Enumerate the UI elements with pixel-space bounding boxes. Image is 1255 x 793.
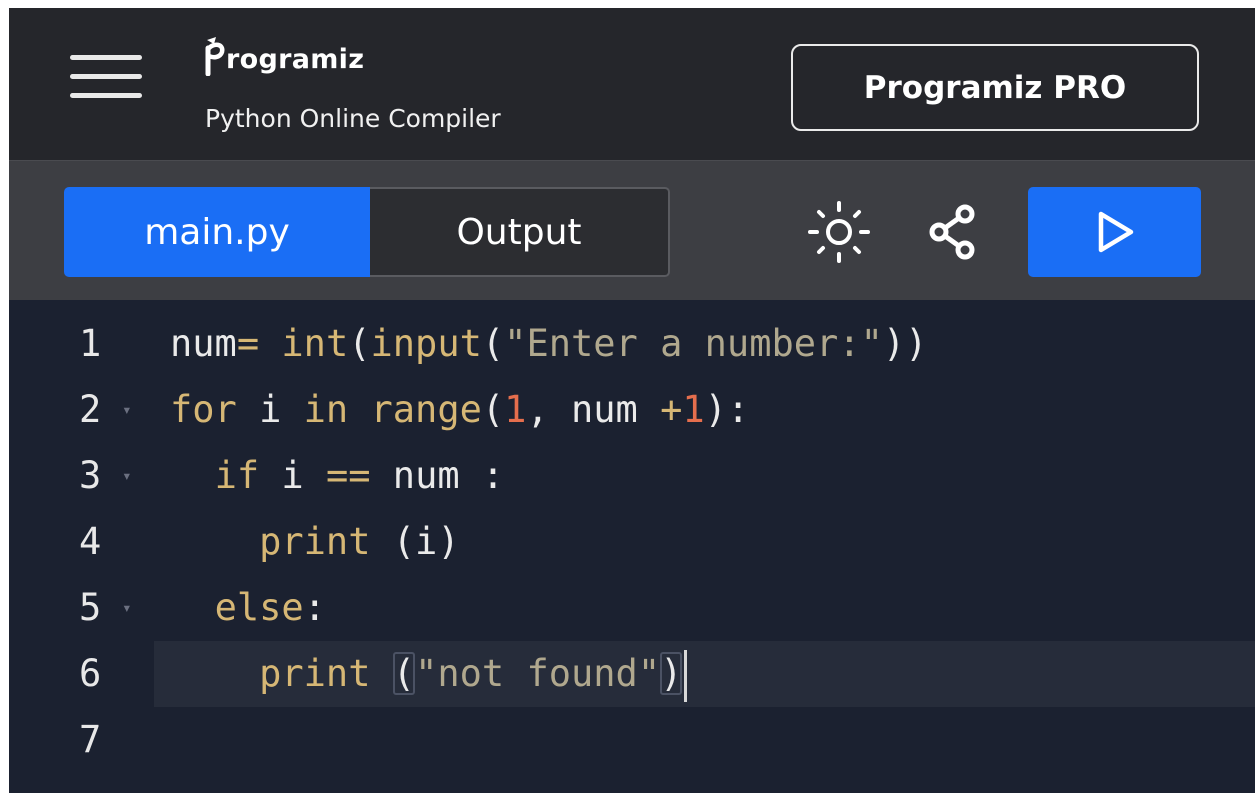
code-line[interactable]: 7 bbox=[9, 707, 1255, 773]
code-token: in bbox=[303, 388, 349, 431]
play-icon bbox=[1098, 211, 1133, 253]
editor-toolbar: main.py Output bbox=[9, 160, 1255, 300]
compiler-app: rogramiz Python Online Compiler Programi… bbox=[9, 8, 1255, 793]
run-button[interactable] bbox=[1028, 187, 1201, 277]
fold-chevron-icon[interactable]: ▾ bbox=[122, 443, 142, 509]
line-number: 1 bbox=[79, 322, 102, 365]
fold-chevron-icon[interactable]: ▾ bbox=[122, 575, 142, 641]
code-token: num : bbox=[370, 454, 505, 497]
line-number: 6 bbox=[79, 652, 102, 695]
fold-chevron-icon[interactable]: ▾ bbox=[122, 377, 142, 443]
line-number: 3 bbox=[79, 454, 102, 497]
sun-theme-icon[interactable] bbox=[804, 197, 874, 267]
code-token: 1 bbox=[682, 388, 705, 431]
code-token: if bbox=[214, 454, 260, 497]
code-line[interactable]: 3 ▾ if i == num : bbox=[9, 443, 1255, 509]
code-token: else bbox=[214, 586, 304, 629]
code-text: print ("not found") bbox=[170, 641, 688, 707]
code-line[interactable]: 1 num= int(input("Enter a number:")) bbox=[9, 311, 1255, 377]
code-token: = bbox=[236, 322, 282, 365]
code-line[interactable]: 6 print ("not found") bbox=[79, 641, 1255, 707]
line-number: 7 bbox=[79, 718, 102, 761]
code-token: print bbox=[259, 652, 371, 695]
code-token: ( bbox=[392, 652, 416, 695]
line-gutter: 1 bbox=[9, 311, 154, 377]
tab-main-py[interactable]: main.py bbox=[64, 187, 370, 277]
code-token: ( bbox=[481, 388, 505, 431]
top-header: rogramiz Python Online Compiler Programi… bbox=[9, 8, 1255, 160]
line-gutter: 3 ▾ bbox=[9, 443, 154, 509]
brand[interactable]: rogramiz Python Online Compiler bbox=[204, 26, 524, 146]
code-token: "Enter a number:" bbox=[504, 322, 883, 365]
line-number: 5 bbox=[79, 586, 102, 629]
line-number: 4 bbox=[79, 520, 102, 563]
line-gutter: 6 bbox=[9, 641, 154, 707]
code-token: ) bbox=[660, 652, 683, 695]
code-token: == bbox=[325, 454, 371, 497]
hamburger-menu-icon[interactable] bbox=[70, 55, 142, 99]
line-gutter: 5 ▾ bbox=[9, 575, 154, 641]
code-text: num= int(input("Enter a number:")) bbox=[170, 311, 927, 377]
page-subtitle: Python Online Compiler bbox=[205, 104, 501, 133]
code-token: i bbox=[236, 388, 304, 431]
code-token: print bbox=[259, 520, 371, 563]
code-text: print (i) bbox=[170, 509, 460, 575]
programiz-logo: rogramiz bbox=[204, 26, 364, 76]
code-token: ( bbox=[348, 322, 371, 365]
code-token: )) bbox=[882, 322, 928, 365]
code-text: if i == num : bbox=[170, 443, 505, 509]
code-token: for bbox=[170, 388, 237, 431]
code-line[interactable]: 5 ▾ else: bbox=[9, 575, 1255, 641]
code-token: : bbox=[303, 586, 326, 629]
share-icon[interactable] bbox=[917, 197, 987, 267]
code-token: 1 bbox=[504, 388, 527, 431]
line-gutter: 7 bbox=[9, 707, 154, 773]
line-gutter: 4 bbox=[9, 509, 154, 575]
tab-output[interactable]: Output bbox=[370, 187, 670, 277]
code-token: ): bbox=[704, 388, 750, 431]
code-text: for i in range(1, num +1): bbox=[170, 377, 749, 443]
code-token: int bbox=[281, 322, 349, 365]
code-token: num bbox=[170, 322, 237, 365]
line-gutter: 2 ▾ bbox=[9, 377, 154, 443]
code-token: (i) bbox=[370, 520, 460, 563]
code-text: else: bbox=[170, 575, 326, 641]
code-editor[interactable]: 1 num= int(input("Enter a number:")) 2 ▾ for… bbox=[9, 300, 1255, 793]
code-token: + bbox=[660, 388, 683, 431]
code-token: "not found" bbox=[415, 652, 661, 695]
brand-name: rogramiz bbox=[226, 44, 365, 75]
code-line[interactable]: 2 ▾ for i in range(1, num +1): bbox=[9, 377, 1255, 443]
programiz-logo-mark-icon bbox=[205, 37, 225, 76]
code-token: i bbox=[259, 454, 326, 497]
code-line[interactable]: 4 print (i) bbox=[9, 509, 1255, 575]
code-token: , num bbox=[526, 388, 661, 431]
code-token: ( bbox=[481, 322, 505, 365]
programiz-pro-button[interactable]: Programiz PRO bbox=[791, 44, 1199, 131]
code-token: range bbox=[370, 388, 482, 431]
text-cursor bbox=[684, 649, 688, 702]
code-token: input bbox=[370, 322, 482, 365]
line-number: 2 bbox=[79, 388, 102, 431]
